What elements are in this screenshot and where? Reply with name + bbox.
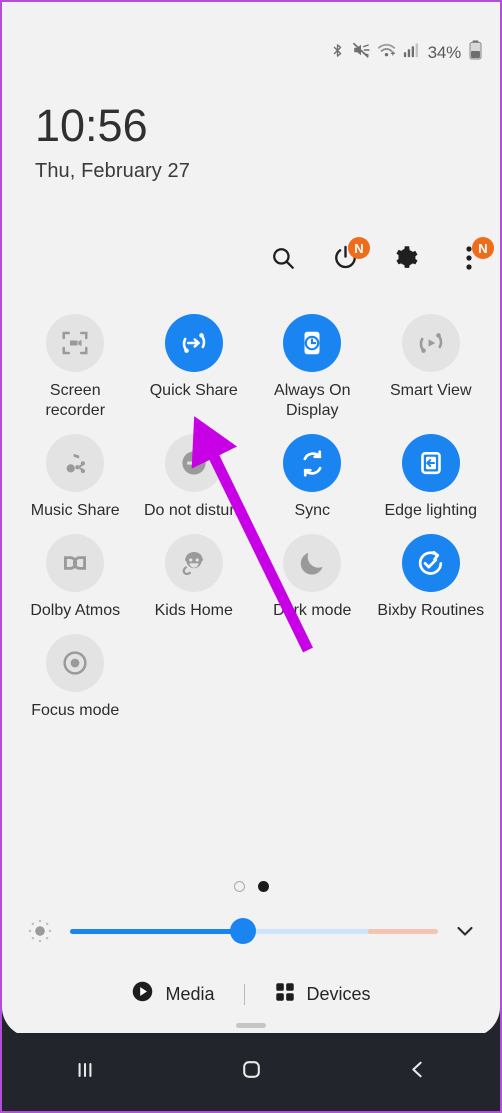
- tile-sync[interactable]: Sync: [253, 434, 372, 521]
- phone-screen: 34% 10:56 Thu, February 27 N N Screen re…: [0, 0, 502, 1113]
- tile-quick-share[interactable]: Quick Share: [135, 314, 254, 421]
- tile-do-not-disturb[interactable]: Do not disturb: [135, 434, 254, 521]
- music-share-icon: [46, 434, 105, 492]
- page-dot-2[interactable]: [257, 881, 269, 892]
- slider-fill: [70, 928, 243, 934]
- page-dot-1[interactable]: [233, 881, 245, 892]
- dark-mode-icon: [283, 534, 342, 592]
- tile-always-on-display[interactable]: Always On Display: [253, 314, 372, 421]
- play-icon: [131, 980, 154, 1008]
- wifi-icon: [377, 42, 396, 64]
- tile-kids-home[interactable]: Kids Home: [135, 534, 254, 621]
- tile-dolby-atmos[interactable]: Dolby Atmos: [16, 534, 135, 621]
- brightness-icon: [24, 917, 56, 945]
- signal-icon: [403, 42, 419, 63]
- settings-button[interactable]: [392, 245, 422, 275]
- brightness-row: [24, 914, 480, 948]
- tile-label: Edge lighting: [384, 502, 477, 519]
- tile-screen-recorder[interactable]: Screen recorder: [16, 314, 135, 421]
- back-button[interactable]: [377, 1047, 457, 1097]
- slider-thumb[interactable]: [229, 918, 256, 944]
- tile-label: Dark mode: [273, 602, 352, 619]
- recents-icon: [72, 1057, 98, 1088]
- battery-icon: [469, 40, 482, 65]
- clock-block[interactable]: 10:56 Thu, February 27: [35, 102, 190, 183]
- smart-view-icon: [401, 314, 460, 372]
- tile-label: Smart View: [389, 382, 472, 399]
- tile-label: Always On Display: [274, 382, 351, 419]
- clock-time: 10:56: [35, 100, 148, 151]
- do-not-disturb-icon: [164, 434, 223, 492]
- search-icon: [270, 245, 296, 276]
- quick-share-icon: [164, 314, 223, 372]
- clock-date: Thu, February 27: [35, 160, 191, 183]
- power-badge: N: [348, 237, 370, 259]
- devices-button[interactable]: Devices: [264, 977, 381, 1012]
- recents-button[interactable]: [45, 1047, 125, 1097]
- tile-label: Bixby Routines: [377, 602, 485, 619]
- sync-icon: [283, 434, 342, 492]
- media-button[interactable]: Media: [121, 976, 224, 1012]
- bixby-routines-icon: [401, 534, 460, 592]
- tile-label: Focus mode: [31, 702, 120, 719]
- more-options-badge: N: [472, 237, 494, 259]
- battery-percent: 34%: [427, 42, 462, 62]
- gear-icon: [394, 245, 420, 276]
- focus-mode-icon: [46, 634, 105, 692]
- slider-extra-bright-zone: [368, 928, 438, 934]
- tile-edge-lighting[interactable]: Edge lighting: [372, 434, 491, 521]
- tile-smart-view[interactable]: Smart View: [372, 314, 491, 421]
- search-button[interactable]: [268, 245, 298, 275]
- status-bar: 34%: [330, 40, 482, 65]
- kids-home-icon: [164, 534, 223, 592]
- quick-settings-toolbar: N N: [268, 237, 494, 275]
- panel-drag-handle[interactable]: [236, 1023, 266, 1028]
- tile-label: Music Share: [30, 502, 120, 519]
- home-icon: [239, 1057, 264, 1087]
- home-button[interactable]: [211, 1047, 291, 1097]
- tile-bixby-routines[interactable]: Bixby Routines: [372, 534, 491, 621]
- tile-label: Quick Share: [149, 382, 238, 399]
- quick-settings-tiles: Screen recorder Quick Share Always On Di…: [16, 314, 490, 721]
- media-devices-row: Media Devices: [2, 976, 500, 1012]
- tile-music-share[interactable]: Music Share: [16, 434, 135, 521]
- power-button[interactable]: N: [330, 237, 370, 275]
- page-indicator: [2, 881, 500, 892]
- tile-label: Dolby Atmos: [30, 602, 121, 619]
- divider: [243, 983, 245, 1005]
- screen-recorder-icon: [46, 314, 105, 372]
- devices-label: Devices: [306, 983, 371, 1004]
- tile-label: Screen recorder: [45, 382, 106, 419]
- tile-label: Kids Home: [154, 602, 233, 619]
- chevron-down-icon[interactable]: [450, 919, 480, 943]
- media-label: Media: [165, 983, 215, 1004]
- always-on-display-icon: [283, 314, 342, 372]
- navigation-bar: [2, 1033, 500, 1111]
- more-options-button[interactable]: N: [454, 237, 494, 275]
- mute-icon: [352, 41, 370, 64]
- tile-label: Do not disturb: [143, 502, 244, 519]
- edge-lighting-icon: [401, 434, 460, 492]
- devices-grid-icon: [274, 981, 296, 1008]
- dolby-atmos-icon: [46, 534, 105, 592]
- bluetooth-icon: [330, 41, 345, 65]
- brightness-slider[interactable]: [70, 914, 438, 948]
- back-icon: [405, 1057, 430, 1087]
- tile-label: Sync: [294, 502, 331, 519]
- tile-focus-mode[interactable]: Focus mode: [16, 634, 135, 721]
- quick-settings-panel: 34% 10:56 Thu, February 27 N N Screen re…: [2, 2, 500, 1037]
- tile-dark-mode[interactable]: Dark mode: [253, 534, 372, 621]
